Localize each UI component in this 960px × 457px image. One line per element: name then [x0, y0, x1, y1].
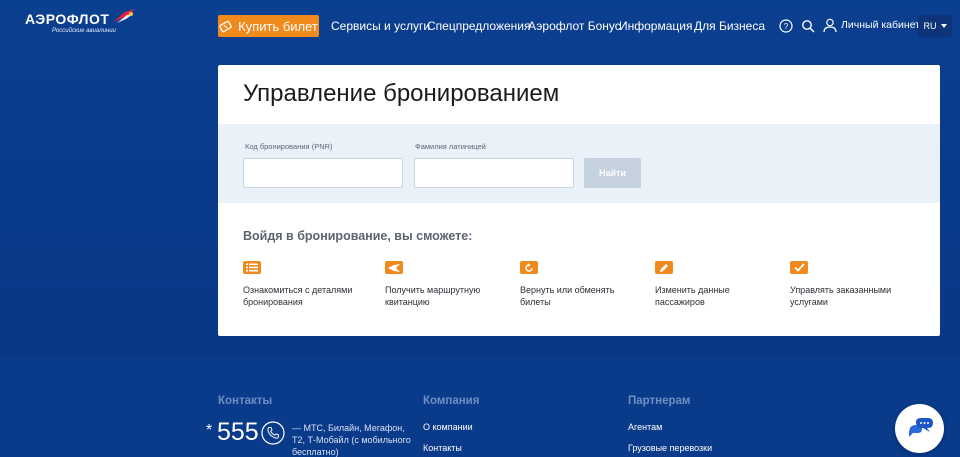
- user-icon[interactable]: [823, 18, 837, 33]
- benefit-text: Получить маршрутную квитанцию: [385, 285, 481, 307]
- page-title: Управление бронированием: [243, 80, 560, 107]
- surname-input[interactable]: [414, 158, 574, 188]
- booking-search-form: Код бронирования (PNR) Фамилия латиницей…: [218, 124, 940, 203]
- buy-ticket-button[interactable]: Купить билет: [218, 15, 319, 37]
- search-icon[interactable]: [801, 19, 815, 33]
- footer-company-title: Компания: [423, 395, 480, 407]
- check-icon: [790, 261, 808, 274]
- help-icon[interactable]: ?: [779, 19, 793, 33]
- benefit-text: Изменить данные пассажиров: [655, 285, 730, 307]
- header: АЭРОФЛОТ Российские авиалинии Купить бил…: [0, 0, 960, 52]
- find-button[interactable]: Найти: [584, 158, 641, 188]
- chat-button[interactable]: [895, 404, 944, 453]
- benefit-text: Ознакомиться с деталями бронирования: [243, 285, 353, 307]
- ticket-icon: [385, 261, 403, 274]
- footer-link-agents[interactable]: Агентам: [628, 422, 662, 432]
- list-icon: [243, 261, 261, 274]
- nav-information[interactable]: Информация: [619, 19, 692, 33]
- language-label: RU: [923, 21, 937, 31]
- footer-background: [0, 356, 960, 457]
- wing-icon: [113, 9, 135, 23]
- nav-aeroflot-bonus[interactable]: Аэрофлот Бонус: [528, 19, 621, 33]
- benefit-item: Получить маршрутную квитанцию: [385, 261, 505, 308]
- nav-business[interactable]: Для Бизнеса: [694, 19, 765, 33]
- phone-prefix: *: [206, 422, 213, 439]
- footer-link-about[interactable]: О компании: [423, 422, 473, 432]
- phone-note: — МТС, Билайн, Мегафон, Т2, Т-Мобайл (с …: [292, 423, 411, 457]
- chevron-down-icon: [940, 24, 947, 28]
- personal-cabinet-link[interactable]: Личный кабинет: [841, 19, 920, 31]
- benefit-item: Вернуть или обменять билеты: [520, 261, 640, 308]
- pnr-label: Код бронирования (PNR): [245, 142, 333, 151]
- footer-link-cargo[interactable]: Грузовые перевозки: [628, 443, 712, 453]
- buy-ticket-label: Купить билет: [238, 18, 318, 34]
- benefit-item: Ознакомиться с деталями бронирования: [243, 261, 363, 308]
- refresh-icon: [520, 261, 538, 274]
- language-selector[interactable]: RU: [918, 15, 952, 37]
- aeroflot-logo[interactable]: АЭРОФЛОТ Российские авиалинии: [25, 9, 145, 40]
- benefit-item: Управлять заказанными услугами: [790, 261, 910, 308]
- edit-icon: [655, 261, 673, 274]
- chat-icon: [908, 417, 933, 437]
- nav-special-offers[interactable]: Спецпредложения: [427, 19, 531, 33]
- phone-icon: [261, 421, 285, 445]
- footer-contacts-title: Контакты: [218, 395, 273, 407]
- booking-management-card: Управление бронированием Код бронировани…: [218, 65, 940, 336]
- surname-label: Фамилия латиницей: [415, 142, 486, 151]
- benefit-text: Вернуть или обменять билеты: [520, 285, 615, 307]
- footer-partners-title: Партнерам: [628, 395, 691, 407]
- benefits-title: Войдя в бронирование, вы сможете:: [243, 229, 473, 243]
- logo-text: АЭРОФЛОТ: [25, 11, 110, 27]
- benefit-item: Изменить данные пассажиров: [655, 261, 775, 308]
- footer-link-contacts[interactable]: Контакты: [423, 443, 462, 453]
- ticket-icon: [219, 20, 232, 32]
- nav-services[interactable]: Сервисы и услуги: [331, 19, 430, 33]
- benefit-text: Управлять заказанными услугами: [790, 285, 892, 307]
- phone-number[interactable]: 555: [217, 418, 259, 447]
- svg-text:?: ?: [784, 22, 789, 31]
- logo-subtitle: Российские авиалинии: [52, 28, 116, 34]
- pnr-input[interactable]: [243, 158, 403, 188]
